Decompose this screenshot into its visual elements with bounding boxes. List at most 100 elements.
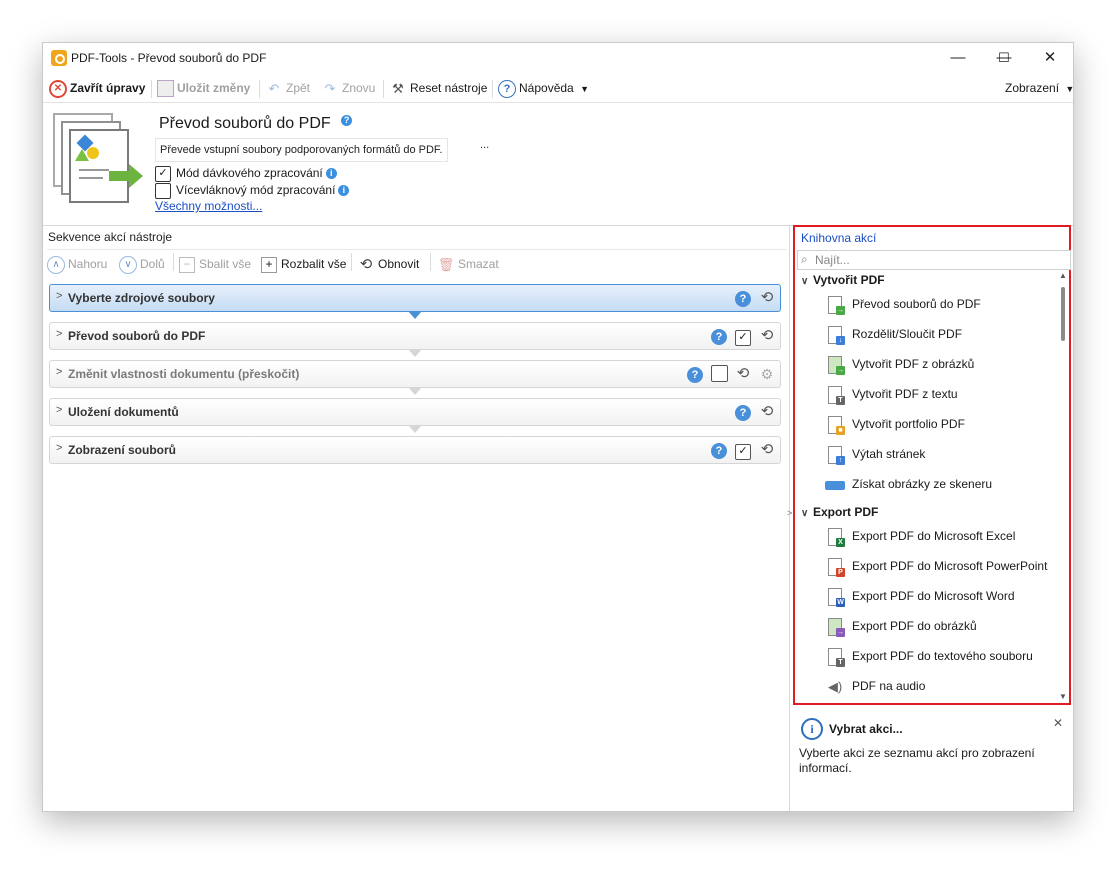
reset-icon[interactable]: ⟲ [734, 365, 752, 383]
list-item[interactable]: ◀) PDF na audio [825, 673, 926, 699]
list-item[interactable]: X Export PDF do Microsoft Excel [825, 523, 1015, 549]
step-change-document-properties[interactable]: > Změnit vlastnosti dokumentu (přeskočit… [49, 360, 781, 388]
info-icon[interactable]: i [325, 168, 337, 180]
refresh-button[interactable]: ⟲ Obnovit [357, 254, 420, 274]
help-icon[interactable]: ? [710, 441, 728, 459]
list-item[interactable]: T Export PDF do textového souboru [825, 643, 1033, 669]
batch-mode-option[interactable]: ✓ Mód dávkového zpracování i [155, 165, 337, 182]
step-select-source-files[interactable]: > Vyberte zdrojové soubory ? ⟲ [49, 284, 781, 312]
item-label: Vytvořit PDF z obrázků [852, 357, 975, 371]
scroll-up-icon[interactable]: ▲ [1059, 271, 1067, 280]
help-icon[interactable]: ? [734, 403, 752, 421]
group-export-pdf[interactable]: ∨ Export PDF [801, 505, 878, 519]
list-item[interactable]: → Vytvořit PDF z obrázků [825, 351, 974, 377]
list-item[interactable]: → Převod souborů do PDF [825, 291, 981, 317]
reset-tool-label: Reset nástroje [410, 81, 488, 95]
step-convert-files[interactable]: > Převod souborů do PDF ? ✓ ⟲ [49, 322, 781, 350]
reset-icon[interactable]: ⟲ [758, 403, 776, 421]
multithread-checkbox[interactable] [155, 182, 171, 199]
help-icon[interactable]: ? [686, 365, 704, 383]
scanner-icon [825, 475, 845, 495]
enable-checkbox[interactable] [710, 365, 728, 383]
help-icon[interactable]: ? [734, 289, 752, 307]
tool-header: Převod souborů do PDF ? Převede vstupní … [43, 103, 1073, 226]
move-up-button[interactable]: ∧ Nahoru [47, 254, 107, 274]
multithread-option[interactable]: Vícevláknový mód zpracování i [155, 182, 350, 199]
maximize-button[interactable]: ☐ [981, 43, 1027, 73]
view-menu-button[interactable]: Zobrazení ▼ [1005, 78, 1073, 98]
undo-icon: ↶ [268, 80, 280, 96]
item-label: Vytvořit portfolio PDF [852, 417, 965, 431]
minimize-button-2[interactable]: — [935, 43, 981, 73]
item-label: Rozdělit/Sloučit PDF [852, 327, 963, 341]
panel-splitter[interactable] [789, 225, 790, 811]
chevron-down-icon: ∨ [119, 255, 137, 274]
chevron-down-icon: ▼ [580, 84, 589, 94]
library-search-input[interactable]: ⌕ Najít... [797, 250, 1071, 270]
list-item[interactable]: W Export PDF do Microsoft Word [825, 583, 1015, 609]
item-label: Vytvořit PDF z textu [852, 387, 958, 401]
more-button[interactable]: ... [480, 139, 489, 151]
speaker-icon: ◀) [827, 678, 843, 694]
collapse-all-label: Sbalit vše [199, 257, 252, 271]
step-show-files[interactable]: > Zobrazení souborů ? ✓ ⟲ [49, 436, 781, 464]
redo-icon: ↷ [324, 80, 336, 96]
scrollbar-thumb[interactable] [1061, 287, 1065, 341]
save-icon [157, 80, 174, 98]
list-item[interactable]: T Vytvořit PDF z textu [825, 381, 958, 407]
group-create-pdf[interactable]: ∨ Vytvořit PDF [801, 273, 885, 287]
step-save-documents[interactable]: > Uložení dokumentů ? ⟲ [49, 398, 781, 426]
reset-icon[interactable]: ⟲ [758, 327, 776, 345]
cancel-icon: ✕ [49, 79, 67, 98]
step-label: Uložení dokumentů [68, 405, 179, 419]
step-connector [408, 311, 422, 319]
undo-button[interactable]: ↶ Zpět [265, 78, 310, 98]
list-item[interactable]: ■ Vytvořit portfolio PDF [825, 411, 965, 437]
list-item[interactable]: ↑ Výtah stránek [825, 441, 925, 467]
expand-all-label: Rozbalit vše [281, 257, 347, 271]
item-label: Převod souborů do PDF [852, 297, 981, 311]
tool-description-field[interactable]: Převede vstupní soubory podporovaných fo… [155, 138, 448, 162]
close-edits-button[interactable]: ✕ Zavřít úpravy [49, 78, 145, 98]
all-options-link[interactable]: Všechny možnosti... [155, 199, 262, 213]
close-button[interactable]: ✕ [1027, 43, 1073, 73]
close-icon[interactable]: ✕ [1053, 716, 1063, 730]
reset-icon[interactable]: ⟲ [758, 289, 776, 307]
action-info-panel: i Vybrat akci... ✕ Vyberte akci ze sezna… [793, 708, 1071, 811]
collapse-all-button[interactable]: − Sbalit vše [179, 254, 251, 274]
info-icon[interactable]: i [338, 185, 350, 197]
text-file-icon: T [825, 647, 845, 667]
splitter-handle-icon[interactable]: > [787, 508, 792, 518]
reset-tool-button[interactable]: ⚒ Reset nástroje [389, 78, 487, 98]
save-changes-button[interactable]: Uložit změny [157, 78, 250, 98]
scroll-down-icon[interactable]: ▼ [1059, 692, 1067, 701]
undo-label: Zpět [286, 81, 311, 95]
gear-icon[interactable]: ⚙ [758, 365, 776, 383]
batch-mode-checkbox[interactable]: ✓ [155, 165, 171, 182]
step-label: Změnit vlastnosti dokumentu (přeskočit) [68, 367, 300, 381]
window-title: PDF-Tools - Převod souborů do PDF [71, 51, 267, 65]
delete-button[interactable]: 🗑 Smazat [437, 254, 499, 274]
help-label: Nápověda [519, 81, 574, 95]
sequence-toolbar: ∧ Nahoru ∨ Dolů − Sbalit vše + Rozbalit vše … [47, 249, 787, 276]
list-item[interactable]: ↓ Rozdělit/Sloučit PDF [825, 321, 962, 347]
redo-button[interactable]: ↷ Znovu [321, 78, 376, 98]
move-down-button[interactable]: ∨ Dolů [119, 254, 165, 274]
collapse-icon: − [179, 256, 195, 273]
library-scrollbar[interactable]: ▲ ▼ [1059, 271, 1067, 701]
help-menu-button[interactable]: ? Nápověda ▼ [498, 78, 589, 98]
enable-checkbox[interactable]: ✓ [734, 327, 752, 346]
list-item[interactable]: → Export PDF do obrázků [825, 613, 977, 639]
app-window: PDF-Tools - Převod souborů do PDF — ✕ — … [42, 42, 1074, 812]
help-icon[interactable]: ? [710, 327, 728, 345]
move-up-label: Nahoru [68, 257, 108, 271]
list-item[interactable]: Získat obrázky ze skeneru [825, 471, 992, 497]
enable-checkbox[interactable]: ✓ [734, 441, 752, 460]
multithread-label: Vícevláknový mód zpracování [176, 183, 336, 197]
expand-all-button[interactable]: + Rozbalit vše [261, 254, 346, 274]
chevron-down-icon: ∨ [801, 276, 809, 287]
info-title: Vybrat akci... [829, 722, 903, 736]
list-item[interactable]: P Export PDF do Microsoft PowerPoint [825, 553, 1047, 579]
reset-icon[interactable]: ⟲ [758, 441, 776, 459]
help-icon[interactable]: ? [341, 115, 353, 126]
